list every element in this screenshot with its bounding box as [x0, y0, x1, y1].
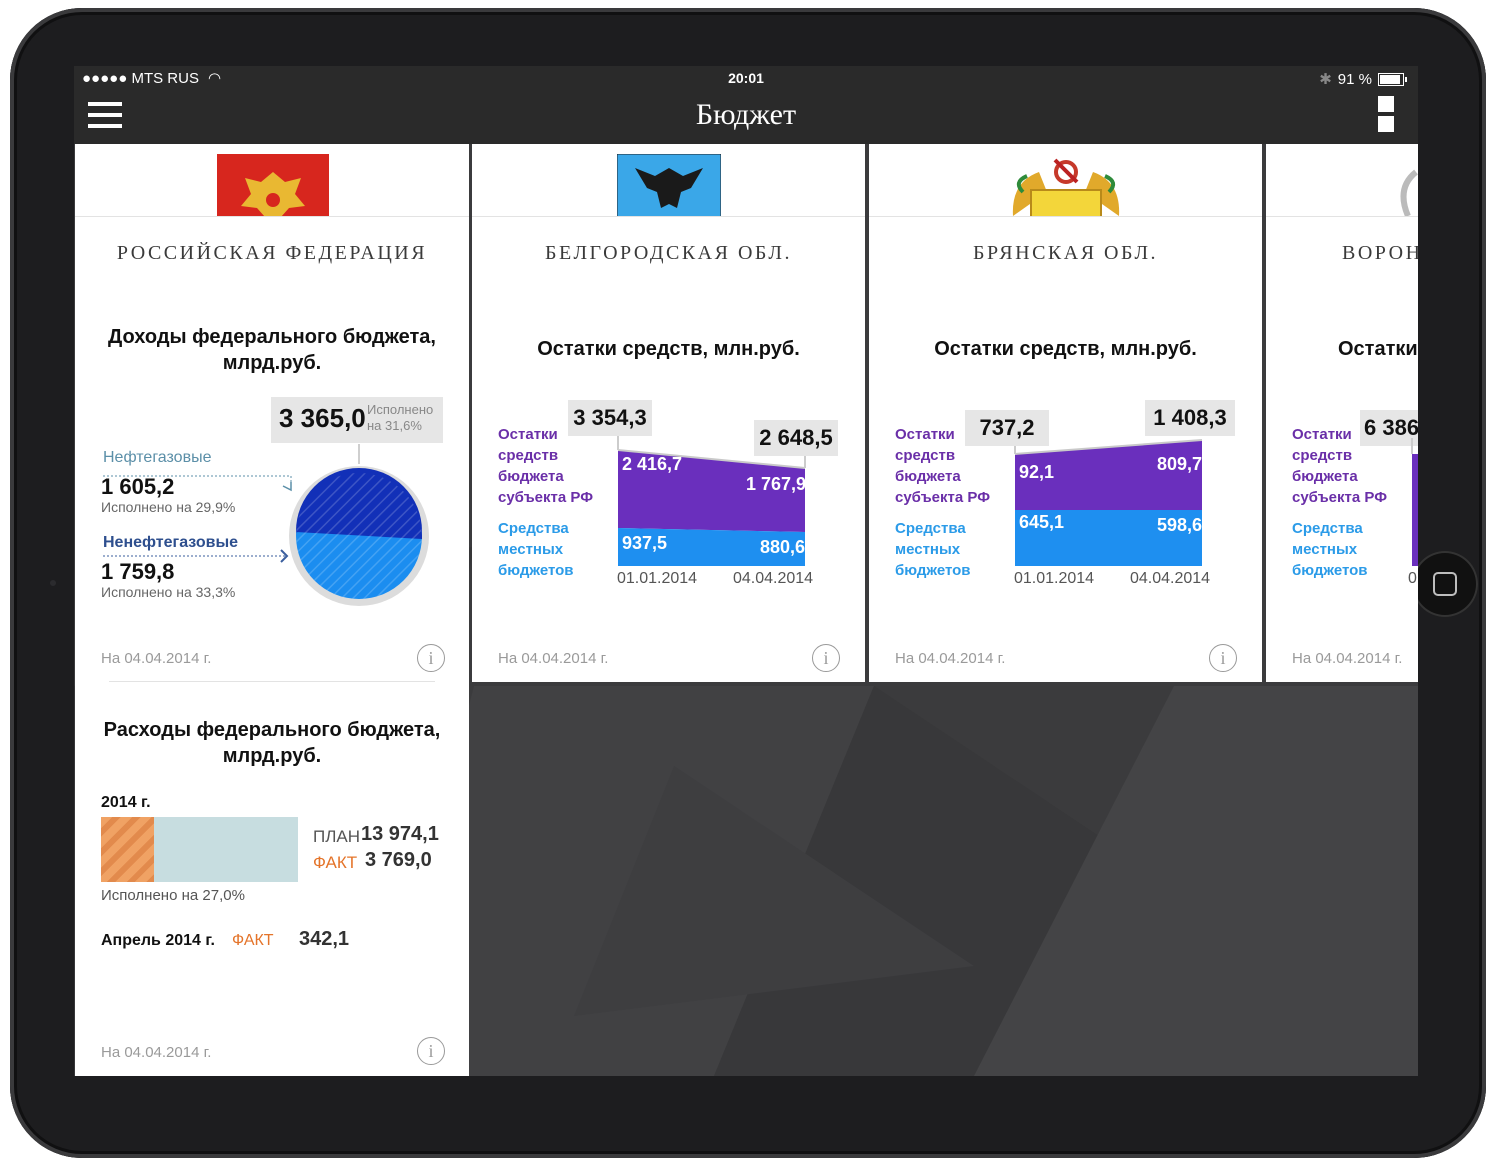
battery-percent: 91 % — [1337, 70, 1372, 88]
divider — [109, 681, 435, 682]
local-start-value: 645,1 — [1019, 512, 1065, 532]
home-button-icon — [1433, 572, 1457, 596]
income-title: Доходы федерального бюджета, млрд.руб. — [75, 324, 469, 376]
balance-area-chart — [1014, 438, 1203, 566]
oil-note: Исполнено на 29,9% — [101, 499, 236, 515]
local-end-value: 880,6 — [760, 537, 806, 557]
date-note: На 04.04.2014 г. — [498, 650, 609, 667]
navigation-bar: Бюджет — [74, 92, 1418, 144]
info-icon[interactable]: i — [417, 644, 445, 672]
subject-start-value: 92,1 — [1019, 462, 1055, 482]
axis-date-start: 01.01.2014 — [1014, 570, 1095, 587]
bryansk-emblem-icon — [1012, 158, 1120, 216]
total-end-tag: 1 408,3 — [1145, 400, 1235, 436]
income-title-line1: Доходы федерального бюджета, — [108, 326, 436, 348]
nonoil-label: Ненефтегазовые — [103, 534, 239, 551]
income-total-value: 3 365,0 — [279, 403, 366, 433]
view-toggle-icon[interactable] — [1378, 96, 1394, 132]
fact-value: 3 769,0 — [365, 849, 432, 871]
page-title: Бюджет — [695, 98, 797, 131]
expense-title: Расходы федерального бюджета, млрд.руб. — [75, 717, 469, 769]
card-russian-federation[interactable]: РОССИЙСКАЯ ФЕДЕРАЦИЯ Доходы федерального… — [75, 144, 469, 1076]
chart-title: Остатки средств, млн.руб. — [537, 338, 800, 360]
oil-label: Нефтегазовые — [103, 449, 212, 466]
emblem-area — [869, 144, 1262, 217]
expense-title-line1: Расходы федерального бюджета, — [103, 719, 441, 741]
info-icon[interactable]: i — [812, 644, 840, 672]
russia-emblem-icon — [217, 154, 329, 216]
region-name: ВОРОН — [1342, 242, 1418, 264]
income-total-note-1: Исполнено — [367, 402, 434, 417]
card-bryansk[interactable]: БРЯНСКАЯ ОБЛ. Остатки средств, млн.руб. … — [869, 144, 1262, 682]
april-label: Апрель 2014 г. — [101, 932, 215, 949]
emblem-area — [472, 144, 865, 217]
date-note: На 04.04.2014 г. — [895, 650, 1006, 667]
total-end-tag: 2 648,5 — [754, 420, 838, 456]
subject-end-value: 1 767,9 — [746, 474, 807, 494]
expense-progress-bar — [101, 817, 298, 882]
april-fact-label: ФАКТ — [232, 932, 274, 949]
expense-note: Исполнено на 27,0% — [101, 887, 245, 904]
emblem-area — [75, 144, 469, 217]
total-start-tag: 737,2 — [965, 410, 1049, 446]
expense-title-line2: млрд.руб. — [222, 745, 322, 767]
belgorod-emblem-icon — [617, 154, 721, 216]
info-icon[interactable]: i — [1209, 644, 1237, 672]
card-voronezh[interactable]: ВОРОН Остатки Остатки средств бюджета су… — [1266, 144, 1418, 682]
axis-date-end: 04.04.2014 — [1130, 570, 1211, 587]
axis-date-end: 04.04.2014 — [733, 570, 814, 587]
income-total-note-2: на 31,6% — [367, 418, 422, 433]
chart-title: Остатки — [1338, 338, 1418, 360]
balance-area-chart — [1411, 438, 1418, 566]
date-note: На 04.04.2014 г. — [101, 650, 212, 667]
emblem-area — [1266, 144, 1418, 217]
app-screen: ●●●●● MTS RUS ◠ 20:01 ✱ 91 % Бюджет РОСС… — [74, 66, 1418, 1076]
local-start-value: 937,5 — [622, 533, 668, 553]
local-end-value: 598,6 — [1157, 515, 1203, 535]
camera-dot — [50, 580, 56, 586]
chart-title: Остатки средств, млн.руб. — [934, 338, 1197, 360]
april-value: 342,1 — [299, 928, 350, 950]
date-note: На 04.04.2014 г. — [1292, 650, 1403, 667]
card-belgorod[interactable]: БЕЛГОРОДСКАЯ ОБЛ. Остатки средств, млн.р… — [472, 144, 865, 682]
nonoil-value: 1 759,8 — [101, 559, 175, 584]
total-start-tag: 3 354,3 — [568, 400, 652, 436]
status-bar: ●●●●● MTS RUS ◠ 20:01 ✱ 91 % — [74, 66, 1418, 92]
fact-label: ФАКТ — [313, 853, 358, 872]
info-icon-2[interactable]: i — [417, 1037, 445, 1065]
subject-start-value: 2 416,7 — [622, 454, 683, 474]
plan-value: 13 974,1 — [361, 823, 439, 845]
axis-date-start: 0 — [1408, 570, 1417, 587]
region-name: РОССИЙСКАЯ ФЕДЕРАЦИЯ — [116, 242, 428, 264]
expense-year: 2014 г. — [101, 794, 151, 811]
plan-label: ПЛАН — [313, 827, 360, 846]
region-name: БЕЛГОРОДСКАЯ ОБЛ. — [545, 242, 792, 264]
income-title-line2: млрд.руб. — [222, 352, 322, 374]
bluetooth-icon: ✱ — [1319, 71, 1332, 88]
home-button[interactable] — [1412, 551, 1478, 617]
region-name: БРЯНСКАЯ ОБЛ. — [972, 242, 1159, 264]
oil-value: 1 605,2 — [101, 474, 175, 499]
voronezh-emblem-icon — [1400, 169, 1418, 216]
nonoil-note: Исполнено на 33,3% — [101, 584, 236, 600]
battery-icon — [1378, 72, 1407, 86]
subject-end-value: 809,7 — [1157, 454, 1203, 474]
clock: 20:01 — [728, 70, 764, 86]
axis-date-start: 01.01.2014 — [617, 570, 698, 587]
expense-progress-fill — [101, 817, 155, 882]
date-note-2: На 04.04.2014 г. — [101, 1044, 212, 1061]
